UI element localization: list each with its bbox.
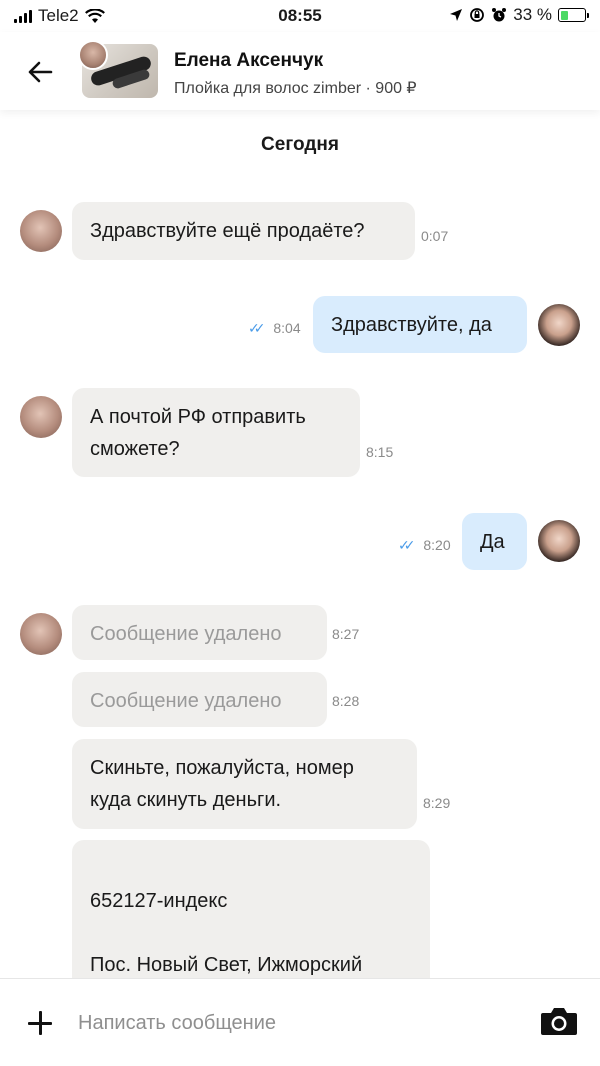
chat-header: Елена Аксенчук Плойка для волос zimber ·… xyxy=(0,32,600,110)
message-bubble-incoming[interactable]: 652127-индекс Пос. Новый Свет, Ижморский… xyxy=(72,840,430,978)
message-text: Скиньте, пожалуйста, номер куда скинуть … xyxy=(90,757,354,811)
message-bubble-incoming[interactable]: Здравствуйте ещё продаёте? xyxy=(72,202,415,260)
message-text: Здравствуйте ещё продаёте? xyxy=(90,220,365,242)
plus-icon[interactable] xyxy=(26,1009,54,1037)
avatar[interactable] xyxy=(20,613,62,655)
read-check-icon: ✓✓ xyxy=(248,320,266,336)
message-bubble-incoming[interactable]: Скиньте, пожалуйста, номер куда скинуть … xyxy=(72,739,417,829)
message-text: Да xyxy=(480,531,505,553)
avatar[interactable] xyxy=(20,396,62,438)
message-text: 652127-индекс Пос. Новый Свет, Ижморский… xyxy=(90,890,363,976)
message-text: А почтой РФ отправить сможете? xyxy=(90,406,306,460)
back-arrow-icon xyxy=(28,61,53,83)
message-bubble-outgoing[interactable]: Здравствуйте, да xyxy=(313,296,527,353)
message-text: Сообщение удалено xyxy=(90,690,282,712)
message-bubble-outgoing[interactable]: Да xyxy=(462,513,527,570)
contact-name[interactable]: Елена Аксенчук xyxy=(174,50,323,72)
back-button[interactable] xyxy=(22,54,58,90)
day-separator: Сегодня xyxy=(261,134,339,155)
message-time: 8:20 xyxy=(423,537,451,553)
avatar[interactable] xyxy=(20,210,62,252)
battery-percent: 33 % xyxy=(513,5,552,24)
composer-bar xyxy=(0,978,600,1066)
message-time: 8:15 xyxy=(366,444,394,460)
camera-icon xyxy=(541,1008,577,1035)
read-check-icon: ✓✓ xyxy=(398,537,416,553)
battery-charging-icon xyxy=(558,8,589,22)
listing-info[interactable]: Плойка для волос zimber · 900 ₽ xyxy=(174,78,417,98)
rotation-lock-icon xyxy=(470,8,485,22)
message-list[interactable]: Сегодня Здравствуйте ещё продаёте? 0:07 … xyxy=(0,110,600,978)
status-right: 33 % xyxy=(449,5,589,25)
message-input[interactable] xyxy=(78,1005,498,1041)
message-status: ✓✓ 8:04 xyxy=(248,320,301,337)
message-time: 8:29 xyxy=(423,795,451,811)
message-text: Сообщение удалено xyxy=(90,623,282,645)
message-time: 0:07 xyxy=(421,228,449,244)
message-bubble-incoming[interactable]: А почтой РФ отправить сможете? xyxy=(72,388,360,477)
message-text: Здравствуйте, да xyxy=(331,314,492,336)
message-time: 8:04 xyxy=(273,320,301,336)
listing-title: Плойка для волос zimber xyxy=(174,80,362,97)
camera-button[interactable] xyxy=(540,1005,580,1041)
alarm-icon xyxy=(492,8,507,22)
battery-fill xyxy=(560,10,569,20)
avatar[interactable] xyxy=(538,304,580,346)
message-bubble-deleted[interactable]: Сообщение удалено xyxy=(72,605,327,660)
listing-price: · 900 ₽ xyxy=(365,80,417,97)
message-bubble-deleted[interactable]: Сообщение удалено xyxy=(72,672,327,727)
location-icon xyxy=(450,9,463,21)
seller-avatar[interactable] xyxy=(78,40,108,70)
message-time: 8:27 xyxy=(332,626,360,642)
status-bar: Tele2 08:55 33 % xyxy=(0,0,600,32)
message-status: ✓✓ 8:20 xyxy=(398,537,451,554)
avatar[interactable] xyxy=(538,520,580,562)
message-time: 8:28 xyxy=(332,693,360,709)
